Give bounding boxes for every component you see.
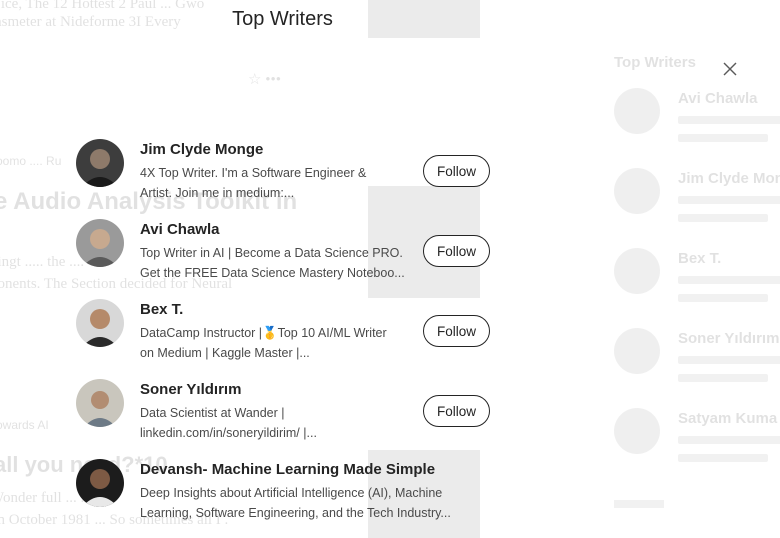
writer-bio: Deep Insights about Artificial Intellige… [140,486,451,520]
follow-button[interactable]: Follow [423,395,490,427]
writer-bio: DataCamp Instructor |🥇Top 10 AI/ML Write… [140,326,387,360]
follow-button[interactable]: Follow [423,235,490,267]
writer-bio: Top Writer in AI | Become a Data Science… [140,246,405,280]
writer-name[interactable]: Soner Yıldırım [140,381,241,398]
avatar[interactable] [76,139,124,187]
modal-title: Top Writers [232,8,333,30]
avatar[interactable] [76,379,124,427]
writer-name[interactable]: Avi Chawla [140,221,219,238]
follow-button[interactable]: Follow [423,315,490,347]
writer-row: Jim Clyde Monge 4X Top Writer. I'm a Sof… [76,139,496,211]
writer-row: Soner Yıldırım Data Scientist at Wander … [76,379,496,451]
writer-name[interactable]: Devansh- Machine Learning Made Simple [140,461,435,478]
avatar[interactable] [76,219,124,267]
close-icon[interactable] [719,58,741,80]
follow-button[interactable]: Follow [423,155,490,187]
avatar[interactable] [76,299,124,347]
bg-sidebar-title: Top Writers [614,54,696,71]
writer-bio: 4X Top Writer. I'm a Software Engineer &… [140,166,367,200]
writer-row: Devansh- Machine Learning Made Simple De… [76,459,496,531]
writer-row: Avi Chawla Top Writer in AI | Become a D… [76,219,496,291]
writer-name[interactable]: Bex T. [140,301,183,318]
avatar[interactable] [76,459,124,507]
writer-bio: Data Scientist at Wander | linkedin.com/… [140,406,317,440]
writer-row: Bex T. DataCamp Instructor |🥇Top 10 AI/M… [76,299,496,371]
writer-name[interactable]: Jim Clyde Monge [140,141,263,158]
